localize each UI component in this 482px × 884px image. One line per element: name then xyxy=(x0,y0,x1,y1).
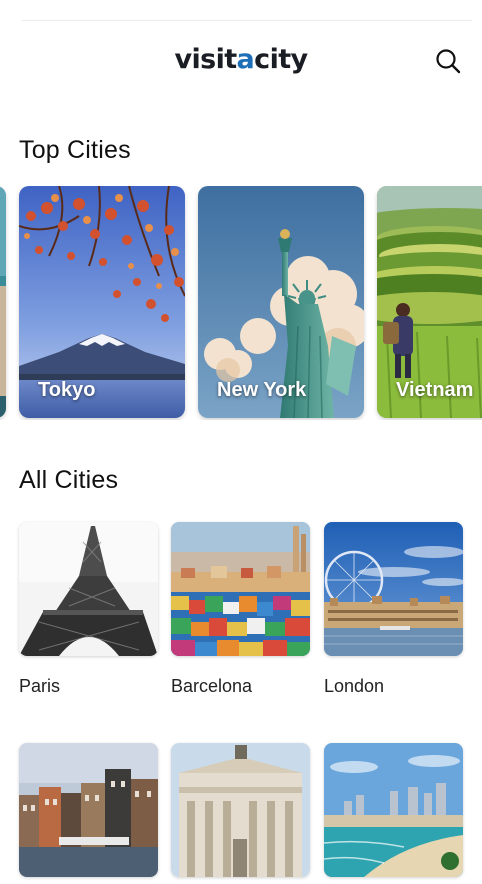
city-tile-paris[interactable] xyxy=(19,522,158,656)
top-cities-heading: Top Cities xyxy=(19,136,131,164)
all-cities-heading: All Cities xyxy=(19,466,119,494)
search-button[interactable] xyxy=(433,46,463,76)
city-tile-row2-2[interactable] xyxy=(171,743,310,877)
city-label-barcelona: Barcelona xyxy=(171,676,253,696)
city-image-row2-2 xyxy=(171,743,310,877)
top-city-card-new-york[interactable]: New York xyxy=(198,186,364,418)
top-city-label-tokyo: Tokyo xyxy=(38,379,96,401)
top-city-card-partial[interactable] xyxy=(0,186,6,418)
app-header: visitacity xyxy=(0,34,482,90)
logo-text-part1: visit xyxy=(174,44,237,75)
logo-text-accent: a xyxy=(236,44,255,75)
top-city-image-partial xyxy=(0,186,6,418)
city-label-paris: Paris xyxy=(19,676,61,696)
city-image-paris xyxy=(19,522,158,656)
top-city-label-vietnam: Vietnam xyxy=(396,379,474,401)
city-tile-barcelona[interactable] xyxy=(171,522,310,656)
top-city-card-tokyo[interactable]: Tokyo xyxy=(19,186,185,418)
city-label-london: London xyxy=(324,676,385,696)
top-divider xyxy=(22,20,472,21)
city-image-row2-1 xyxy=(19,743,158,877)
city-image-london xyxy=(324,522,463,656)
city-image-barcelona xyxy=(171,522,310,656)
logo-text-part2: city xyxy=(254,44,308,75)
app-logo[interactable]: visitacity xyxy=(0,44,482,75)
top-city-label-new-york: New York xyxy=(217,379,307,401)
top-cities-carousel[interactable]: Tokyo New York Vietnam xyxy=(0,186,482,420)
top-city-card-vietnam[interactable]: Vietnam xyxy=(377,186,482,418)
search-icon xyxy=(436,49,461,74)
city-tile-london[interactable] xyxy=(324,522,463,656)
city-image-row2-3 xyxy=(324,743,463,877)
city-tile-row2-3[interactable] xyxy=(324,743,463,877)
city-tile-amsterdam[interactable] xyxy=(19,743,158,877)
